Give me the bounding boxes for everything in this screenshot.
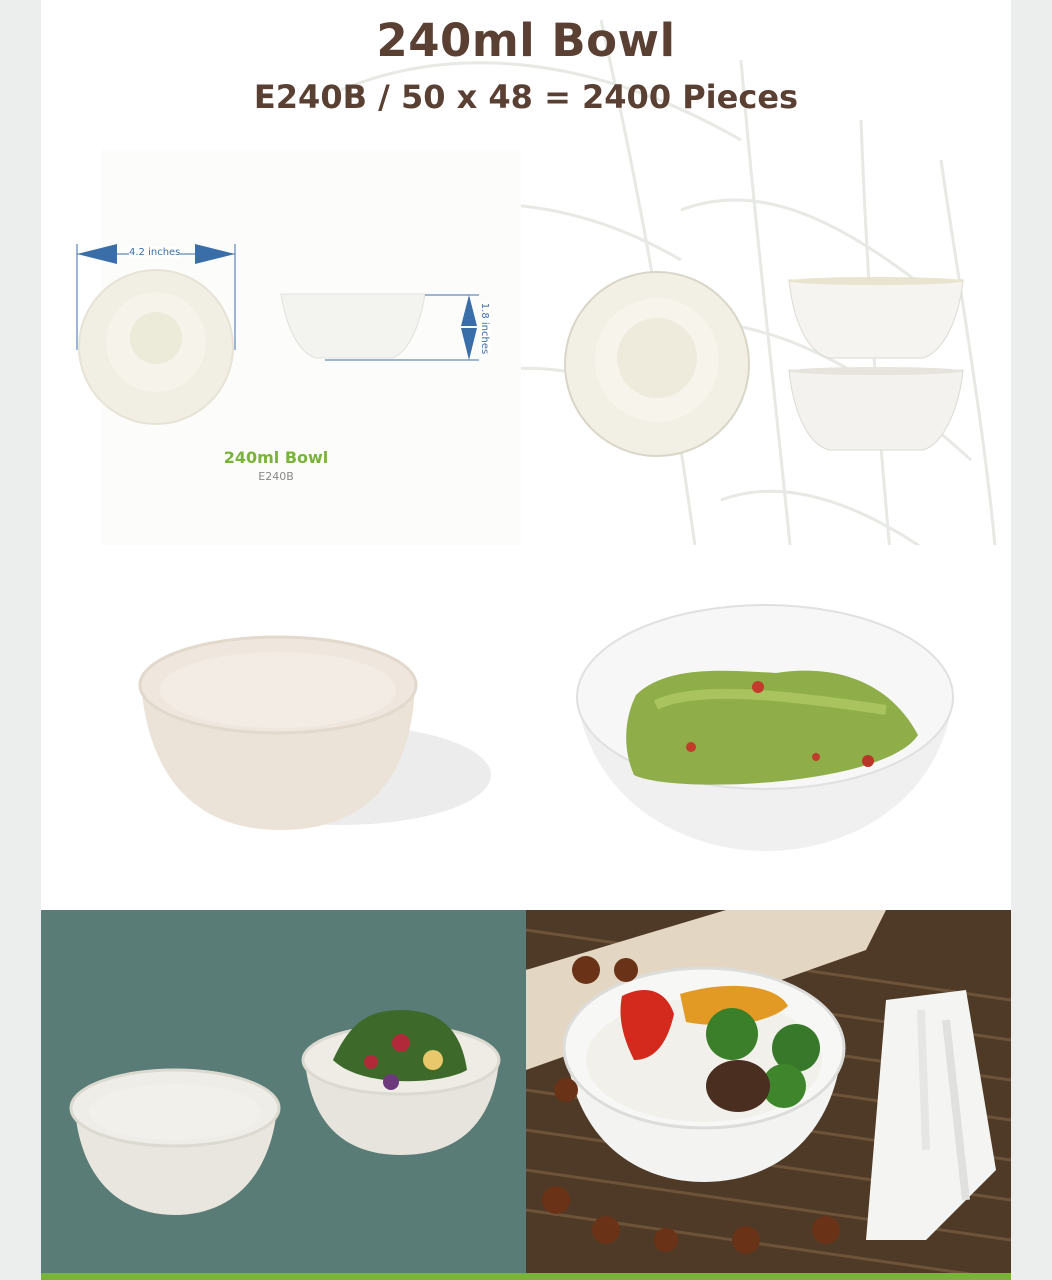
- bowl-top-view-diagram: [76, 244, 236, 425]
- guacamole-bowl-photo: [526, 545, 1011, 910]
- page-title: 240ml Bowl: [376, 14, 676, 67]
- salad-bowls-photo: [41, 910, 526, 1273]
- rice-vegetable-bowl-photo: [526, 910, 1011, 1273]
- product-name-caption: 240ml Bowl: [223, 448, 329, 467]
- product-sheet: 240ml Bowl E240B / 50 x 48 = 2400 Pieces…: [41, 0, 1011, 1280]
- bowl-side-view-diagram: [280, 293, 479, 361]
- bottom-accent-bar: [41, 1273, 1011, 1280]
- bowl-top-view-photo: [564, 271, 750, 457]
- empty-bowl-photo: [41, 545, 526, 910]
- page-subtitle: E240B / 50 x 48 = 2400 Pieces: [253, 78, 799, 116]
- product-code-caption: E240B: [258, 470, 294, 483]
- height-dimension-label: 1.8 inches: [479, 302, 491, 355]
- width-dimension-label: 4.2 inches: [129, 247, 181, 258]
- stacked-bowls-photo: [788, 277, 964, 451]
